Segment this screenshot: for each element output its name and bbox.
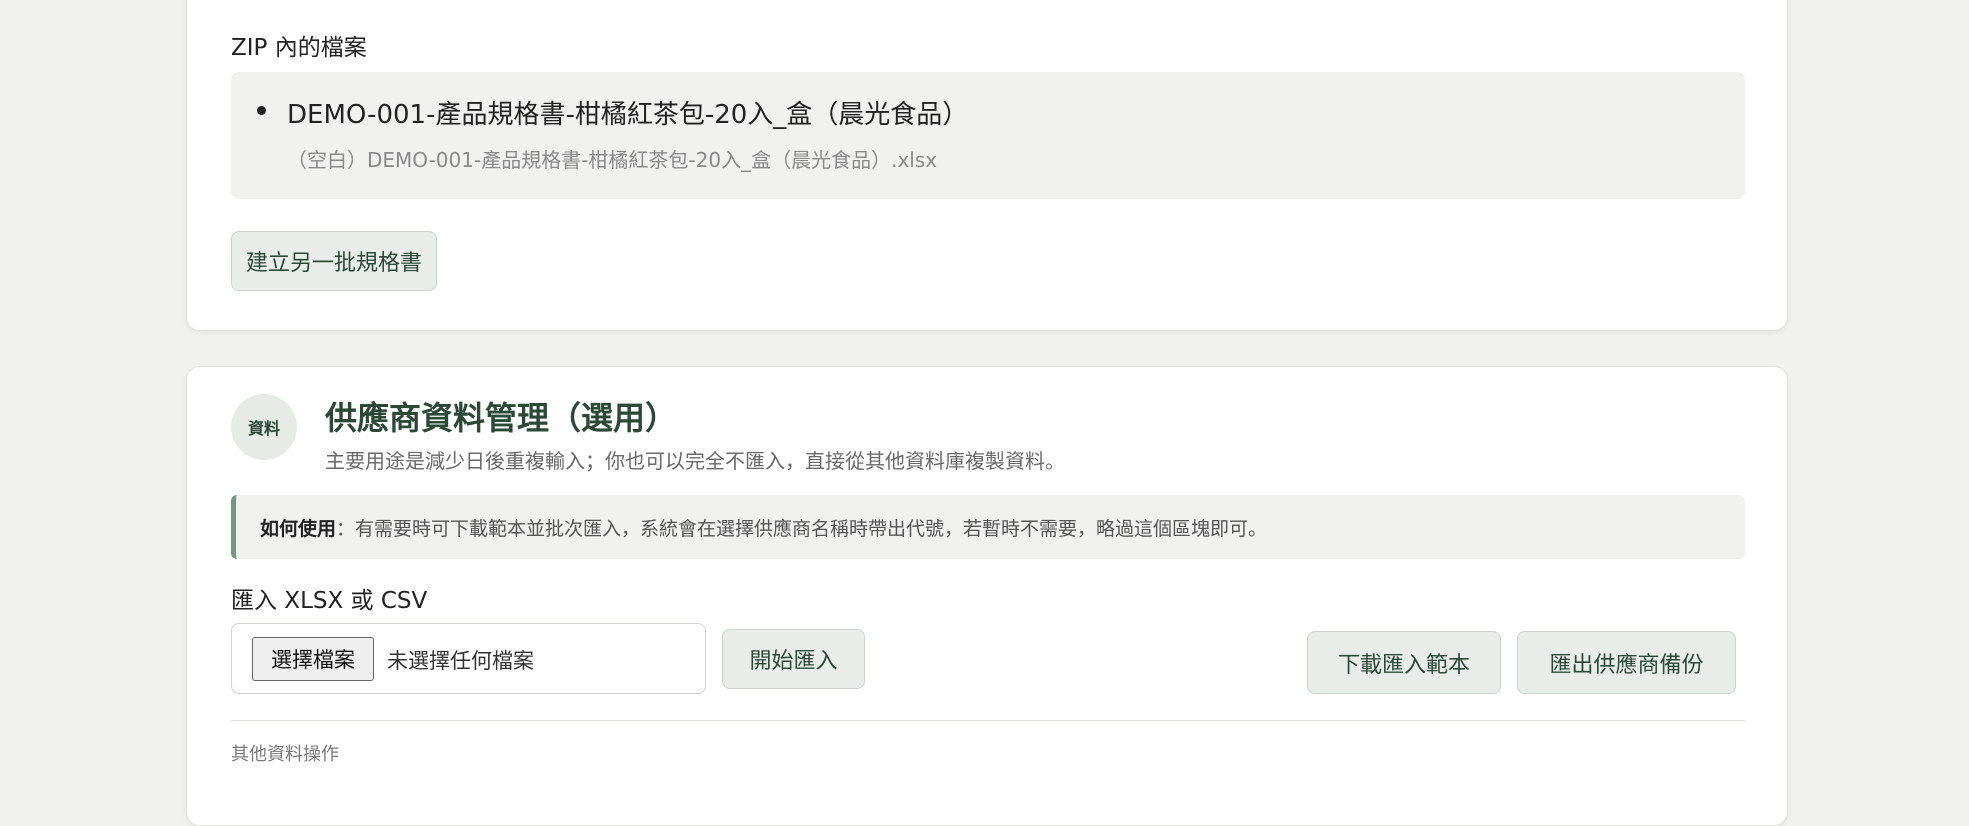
download-template-button[interactable]: 下載匯入範本 <box>1307 631 1501 694</box>
file-item-detail: （空白）DEMO-001-產品規格書-柑橘紅茶包-20入_盒（晨光食品）.xls… <box>287 148 938 172</box>
other-actions-label: 其他資料操作 <box>231 744 339 765</box>
start-import-button[interactable]: 開始匯入 <box>722 629 865 689</box>
supplier-management-card: 資料 供應商資料管理（選用） 主要用途是減少日後重複輸入；你也可以完全不匯入，直… <box>186 366 1788 826</box>
zip-files-label: ZIP 內的檔案 <box>231 35 367 61</box>
file-input[interactable]: 選擇檔案 未選擇任何檔案 <box>231 623 706 694</box>
list-bullet <box>257 106 266 115</box>
create-another-batch-button[interactable]: 建立另一批規格書 <box>231 231 437 291</box>
section-divider <box>231 720 1745 721</box>
zip-files-card: ZIP 內的檔案 DEMO-001-產品規格書-柑橘紅茶包-20入_盒（晨光食品… <box>186 0 1788 331</box>
howto-callout: 如何使用 ：有需要時可下載範本並批次匯入，系統會在選擇供應商名稱時帶出代號，若暫… <box>231 495 1745 559</box>
zip-file-list: DEMO-001-產品規格書-柑橘紅茶包-20入_盒（晨光食品） （空白）DEM… <box>231 72 1745 199</box>
section-description: 主要用途是減少日後重複輸入；你也可以完全不匯入，直接從其他資料庫複製資料。 <box>325 449 1065 473</box>
export-backup-button[interactable]: 匯出供應商備份 <box>1517 631 1736 694</box>
section-title: 供應商資料管理（選用） <box>325 399 678 437</box>
choose-file-button[interactable]: 選擇檔案 <box>252 637 374 681</box>
howto-label: 如何使用 <box>260 517 337 540</box>
section-badge: 資料 <box>231 394 297 460</box>
howto-text: ：有需要時可下載範本並批次匯入，系統會在選擇供應商名稱時帶出代號，若暫時不需要，… <box>336 517 1268 540</box>
import-label: 匯入 XLSX 或 CSV <box>231 588 428 614</box>
file-item-name: DEMO-001-產品規格書-柑橘紅茶包-20入_盒（晨光食品） <box>287 100 969 130</box>
no-file-status: 未選擇任何檔案 <box>387 649 534 673</box>
